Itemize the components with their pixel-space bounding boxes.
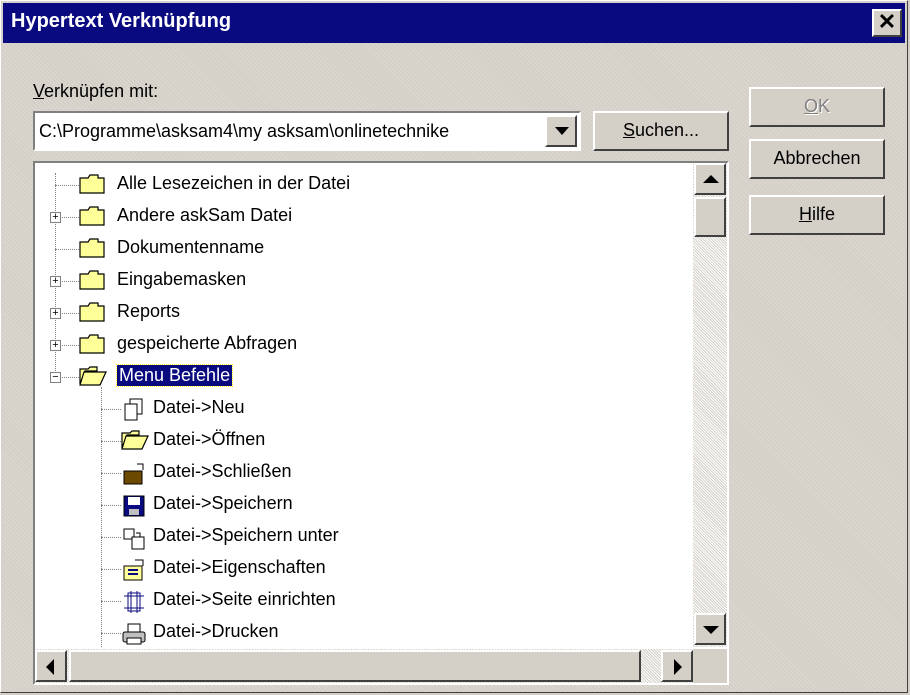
tree-folder-item[interactable]: + Eingabemasken — [35, 265, 685, 297]
arrow-right-icon — [674, 659, 682, 675]
tree-connector-line — [101, 537, 121, 538]
arrow-down-icon — [703, 626, 719, 634]
tree-connector-line — [55, 249, 79, 250]
expand-icon[interactable]: + — [50, 276, 61, 287]
scrollbar-corner — [693, 649, 727, 683]
tree-item-label: Datei->Drucken — [153, 621, 279, 641]
save-icon — [121, 494, 147, 517]
tree-connector-line — [55, 185, 79, 186]
expand-icon[interactable]: + — [50, 308, 61, 319]
open-folder-icon — [121, 430, 149, 450]
cancel-button[interactable]: Abbrechen — [749, 139, 885, 179]
tree-item-label: Datei->Schließen — [153, 461, 292, 481]
tree-folder-item[interactable]: Alle Lesezeichen in der Datei — [35, 169, 685, 201]
tree-item-label: Eingabemasken — [117, 269, 247, 289]
title-bar[interactable]: Hypertext Verknüpfung ✕ — [3, 3, 905, 43]
tree-command-item[interactable]: Datei->Eigenschaften — [35, 553, 685, 585]
tree-command-item[interactable]: Datei->Drucken — [35, 617, 685, 647]
link-label: Verknüpfen mit: — [33, 81, 158, 102]
arrow-left-icon — [46, 659, 54, 675]
ok-button[interactable]: OK — [749, 87, 885, 127]
combobox-dropdown-button[interactable] — [545, 115, 577, 147]
ok-button-label: OK — [803, 96, 831, 116]
link-label-rest: erknüpfen mit: — [44, 81, 159, 101]
scroll-down-button[interactable] — [694, 613, 726, 645]
page-setup-icon — [121, 590, 147, 613]
tree-item-label: Datei->Eigenschaften — [153, 557, 326, 577]
open-folder-icon — [79, 366, 107, 386]
scroll-left-button[interactable] — [35, 650, 67, 682]
tree-item-label: gespeicherte Abfragen — [117, 333, 298, 353]
save-as-icon — [121, 526, 147, 550]
tree-item-label: Dokumentenname — [117, 237, 265, 257]
link-target-combobox[interactable]: C:\Programme\asksam4\my asksam\onlinetec… — [33, 111, 581, 151]
arrow-up-icon — [703, 175, 719, 183]
tree-item-label: Datei->Neu — [153, 397, 245, 417]
printer-icon — [121, 622, 147, 645]
tree-command-item[interactable]: Datei->Speichern unter — [35, 521, 685, 553]
tree-item-label: Datei->Speichern unter — [153, 525, 339, 545]
vertical-scrollbar[interactable] — [693, 163, 727, 647]
tree-connector-line — [101, 441, 121, 442]
hyperlink-dialog: Hypertext Verknüpfung ✕ Verknüpfen mit: … — [0, 0, 908, 693]
tree-folder-item[interactable]: + gespeicherte Abfragen — [35, 329, 685, 361]
tree-item-label: Menu Befehle — [115, 364, 234, 387]
tree-command-item[interactable]: Datei->Öffnen — [35, 425, 685, 457]
tree-command-item[interactable]: Datei->Schließen — [35, 457, 685, 489]
tree-connector-line — [101, 569, 121, 570]
link-tree-view[interactable]: Alle Lesezeichen in der Datei + Andere ask… — [33, 161, 729, 685]
properties-icon — [121, 558, 147, 581]
expand-icon[interactable]: + — [50, 212, 61, 223]
dialog-title: Hypertext Verknüpfung — [11, 10, 232, 32]
folder-icon — [79, 334, 105, 354]
folder-icon — [79, 302, 105, 322]
tree-item-label: Datei->Seite einrichten — [153, 589, 336, 609]
link-target-value: C:\Programme\asksam4\my asksam\onlinetec… — [39, 121, 450, 141]
tree-command-item[interactable]: Datei->Neu — [35, 393, 685, 425]
tree-command-item[interactable]: Datei->Speichern — [35, 489, 685, 521]
tree-item-label: Andere askSam Datei — [117, 205, 293, 225]
horizontal-scroll-thumb[interactable] — [69, 650, 641, 682]
search-button-label: Suchen... — [622, 120, 700, 140]
tree-command-item[interactable]: Datei->Seite einrichten — [35, 585, 685, 617]
new-file-icon — [121, 398, 147, 421]
link-label-mnemonic: V — [33, 81, 45, 101]
tree-connector-line — [101, 473, 121, 474]
search-button[interactable]: Suchen... — [593, 111, 729, 151]
tree-item-label: Datei->Öffnen — [153, 429, 266, 449]
close-button[interactable]: ✕ — [872, 9, 902, 37]
tree-connector-line — [101, 505, 121, 506]
folder-icon — [79, 238, 105, 258]
collapse-icon[interactable]: − — [50, 372, 61, 383]
tree-item-label: Alle Lesezeichen in der Datei — [117, 173, 351, 193]
tree-connector-line — [101, 601, 121, 602]
folder-icon — [79, 174, 105, 194]
scroll-up-button[interactable] — [694, 163, 726, 195]
tree-folder-item[interactable]: + Andere askSam Datei — [35, 201, 685, 233]
tree-connector-line — [101, 409, 121, 410]
vertical-scroll-thumb[interactable] — [694, 197, 726, 237]
folder-icon — [79, 270, 105, 290]
tree-folder-item[interactable]: + Reports — [35, 297, 685, 329]
tree-folder-item[interactable]: − Menu Befehle — [35, 361, 685, 393]
close-icon: ✕ — [877, 9, 897, 34]
tree-connector-line — [101, 633, 121, 634]
scroll-right-button[interactable] — [661, 650, 693, 682]
tree-folder-item[interactable]: Dokumentenname — [35, 233, 685, 265]
help-button[interactable]: Hilfe — [749, 195, 885, 235]
horizontal-scrollbar[interactable] — [35, 649, 693, 683]
tree-item-label: Reports — [117, 301, 181, 321]
chevron-down-icon — [555, 127, 569, 135]
expand-icon[interactable]: + — [50, 340, 61, 351]
folder-icon — [79, 206, 105, 226]
tree-content: Alle Lesezeichen in der Datei + Andere ask… — [35, 163, 693, 647]
close-file-icon — [121, 462, 147, 485]
tree-item-label: Datei->Speichern — [153, 493, 293, 513]
cancel-button-label: Abbrechen — [773, 148, 861, 168]
help-button-label: Hilfe — [798, 204, 835, 224]
